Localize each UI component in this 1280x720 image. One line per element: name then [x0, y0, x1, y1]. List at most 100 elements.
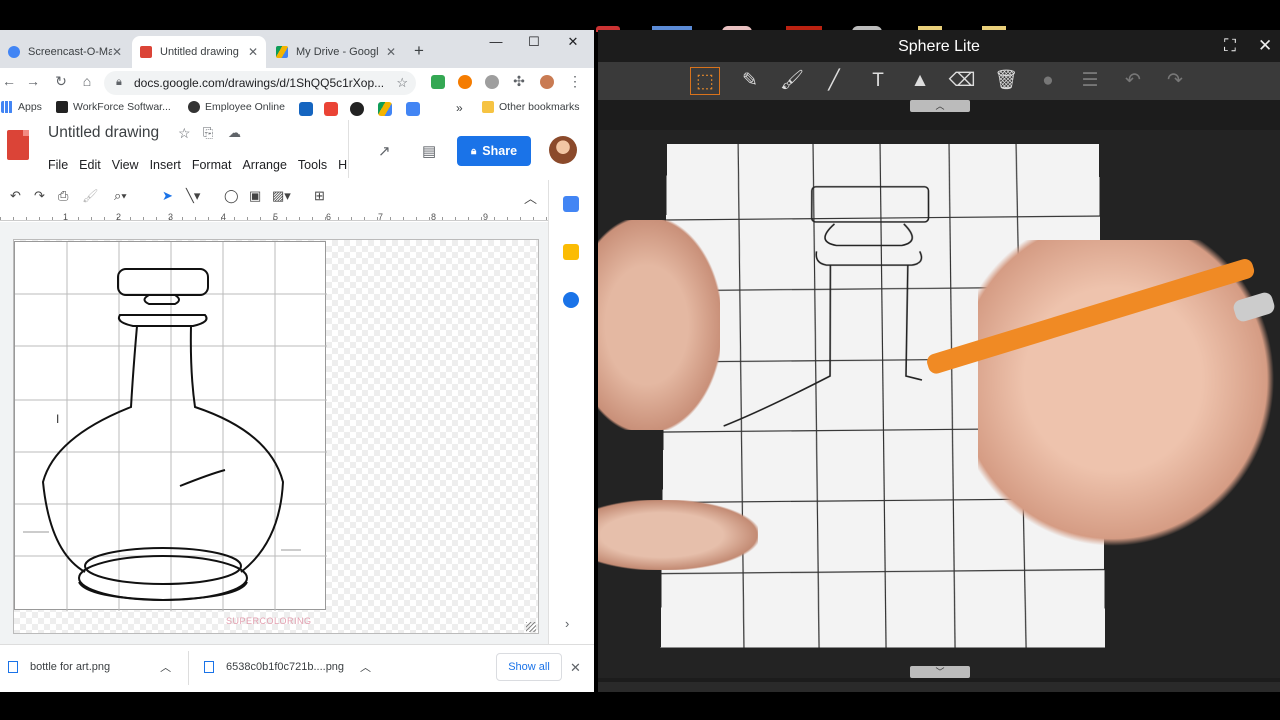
share-button[interactable]: 🔒︎ Share — [457, 136, 531, 166]
profile-avatar[interactable] — [540, 75, 554, 89]
apps-grid-icon — [1, 101, 13, 113]
trash-icon[interactable]: 🗑︎ — [991, 67, 1021, 95]
puzzle-icon[interactable]: ✣ — [510, 73, 528, 90]
text-icon[interactable]: T — [863, 67, 893, 95]
drawings-logo-icon[interactable] — [7, 130, 29, 160]
kebab-menu-icon[interactable]: ⋮ — [566, 73, 584, 90]
undo-icon[interactable]: ↶ — [1118, 67, 1148, 95]
text-box-icon[interactable]: ▣ — [249, 188, 261, 204]
back-icon[interactable]: ← — [0, 73, 18, 89]
select-icon[interactable]: ➤ — [162, 188, 173, 204]
line-icon[interactable]: ╲▾ — [186, 188, 200, 204]
bookmark-workforce[interactable]: WorkForce Softwar... — [56, 101, 171, 113]
close-icon[interactable]: ✕ — [112, 45, 122, 59]
bookmarks-more-icon[interactable]: » — [456, 101, 463, 115]
shape-icon[interactable]: ▲ — [905, 67, 935, 95]
window-title: Sphere Lite — [598, 30, 1280, 62]
insert-comment-icon[interactable]: ⊞ — [314, 188, 325, 204]
redo-icon[interactable]: ↷ — [1160, 67, 1190, 95]
line-weight-icon[interactable]: ☰ — [1075, 67, 1105, 95]
paint-format-icon[interactable]: 🖌︎ — [82, 188, 99, 204]
menu-file[interactable]: File — [48, 158, 68, 172]
menu-format[interactable]: Format — [192, 158, 232, 172]
chevron-up-icon[interactable]: ︿ — [360, 659, 371, 675]
bookmark-icon-s[interactable] — [350, 102, 364, 116]
image-icon[interactable]: ▨▾ — [272, 188, 291, 204]
menu-insert[interactable]: Insert — [150, 158, 181, 172]
close-window-icon[interactable]: ✕ — [563, 34, 583, 50]
shape-icon[interactable]: ◯ — [224, 188, 239, 204]
calendar-icon[interactable] — [406, 102, 420, 116]
forward-icon[interactable]: → — [24, 73, 42, 89]
bookmark-icon-p[interactable] — [299, 102, 313, 116]
line-icon[interactable]: ╱ — [819, 67, 849, 95]
tab-screencast[interactable]: Screencast-O-Mat ✕ — [0, 36, 130, 68]
resize-handle-icon[interactable] — [526, 622, 536, 632]
close-icon[interactable]: ✕ — [1258, 36, 1272, 56]
menu-arrange[interactable]: Arrange — [242, 158, 286, 172]
chevron-up-icon[interactable]: ︿ — [160, 659, 171, 675]
select-region-icon[interactable]: ⬚ — [690, 67, 720, 95]
calendar-icon[interactable] — [563, 196, 579, 212]
move-folder-icon[interactable]: ⎘ — [203, 125, 213, 141]
menu-view[interactable]: View — [112, 158, 139, 172]
url-field[interactable]: 🔒︎ docs.google.com/drawings/d/1ShQQ5c1rX… — [104, 71, 416, 95]
home-icon[interactable]: ⌂ — [78, 73, 96, 89]
account-avatar[interactable] — [549, 136, 577, 164]
tab-label: My Drive - Googl — [296, 46, 386, 58]
left-thumb — [598, 500, 758, 570]
minimize-icon[interactable]: — — [486, 34, 506, 49]
tab-untitled-drawing[interactable]: Untitled drawing ✕ — [132, 36, 266, 68]
extension-icon[interactable] — [431, 75, 445, 89]
drive-icon — [276, 46, 288, 58]
star-icon[interactable]: ☆ — [178, 125, 191, 142]
color-drop-icon[interactable]: ● — [1033, 67, 1063, 95]
pen-icon[interactable]: ✎ — [735, 67, 765, 95]
eraser-icon[interactable]: ⌫ — [947, 67, 977, 95]
bookmark-employee-online[interactable]: Employee Online — [188, 101, 285, 113]
tab-my-drive[interactable]: My Drive - Googl ✕ — [268, 36, 404, 68]
keep-icon[interactable] — [563, 244, 579, 260]
menu-edit[interactable]: Edit — [79, 158, 101, 172]
redo-icon[interactable]: ↷ — [34, 188, 45, 204]
maximize-icon[interactable]: ☐ — [524, 34, 544, 50]
screencast-icon — [8, 46, 20, 58]
drive-icon[interactable] — [378, 102, 392, 116]
chevron-up-icon[interactable]: ︿ — [524, 188, 537, 207]
close-icon[interactable]: ✕ — [248, 45, 258, 59]
ruler-number: 7 — [378, 212, 383, 222]
ruler-number: 1 — [63, 212, 68, 222]
bookmark-other[interactable]: Other bookmarks — [482, 101, 580, 113]
menu-tools[interactable]: Tools — [298, 158, 327, 172]
brush-icon[interactable]: 🖌︎ — [777, 67, 807, 95]
folder-icon — [482, 101, 494, 113]
status-bar — [598, 682, 1280, 692]
divider — [348, 120, 349, 178]
bottle-reference-image[interactable] — [14, 241, 326, 610]
menu-help[interactable]: H — [338, 158, 347, 172]
show-all-button[interactable]: Show all — [496, 653, 562, 681]
expand-panel-tab[interactable]: ﹀ — [910, 666, 970, 678]
close-icon[interactable]: ✕ — [570, 660, 581, 676]
collapse-toolbar-tab[interactable]: ︿ — [910, 100, 970, 112]
gmail-icon[interactable] — [324, 102, 338, 116]
extension-icon[interactable] — [458, 75, 472, 89]
print-icon[interactable]: ⎙ — [58, 188, 68, 204]
download-item[interactable]: bottle for art.png ︿ — [8, 659, 171, 675]
comment-icon[interactable]: ▤ — [422, 142, 436, 160]
download-item[interactable]: 6538c0b1f0c721b....png ︿ — [204, 659, 371, 675]
download-filename: bottle for art.png — [30, 661, 110, 673]
reload-icon[interactable]: ↻ — [52, 73, 70, 90]
document-title[interactable]: Untitled drawing — [48, 124, 159, 142]
bookmark-apps[interactable]: Apps — [1, 101, 42, 113]
tasks-icon[interactable] — [563, 292, 579, 308]
close-icon[interactable]: ✕ — [386, 45, 396, 59]
fullscreen-icon[interactable]: ⛶ — [1224, 36, 1236, 56]
chevron-right-icon[interactable]: › — [565, 616, 569, 631]
zoom-icon[interactable]: ⌕▾ — [114, 188, 127, 204]
activity-trend-icon[interactable]: ↗ — [378, 142, 391, 160]
extension-icon[interactable] — [485, 75, 499, 89]
bookmark-star-icon[interactable]: ☆ — [396, 75, 408, 91]
undo-icon[interactable]: ↶ — [10, 188, 21, 204]
new-tab-button[interactable]: + — [414, 41, 424, 61]
